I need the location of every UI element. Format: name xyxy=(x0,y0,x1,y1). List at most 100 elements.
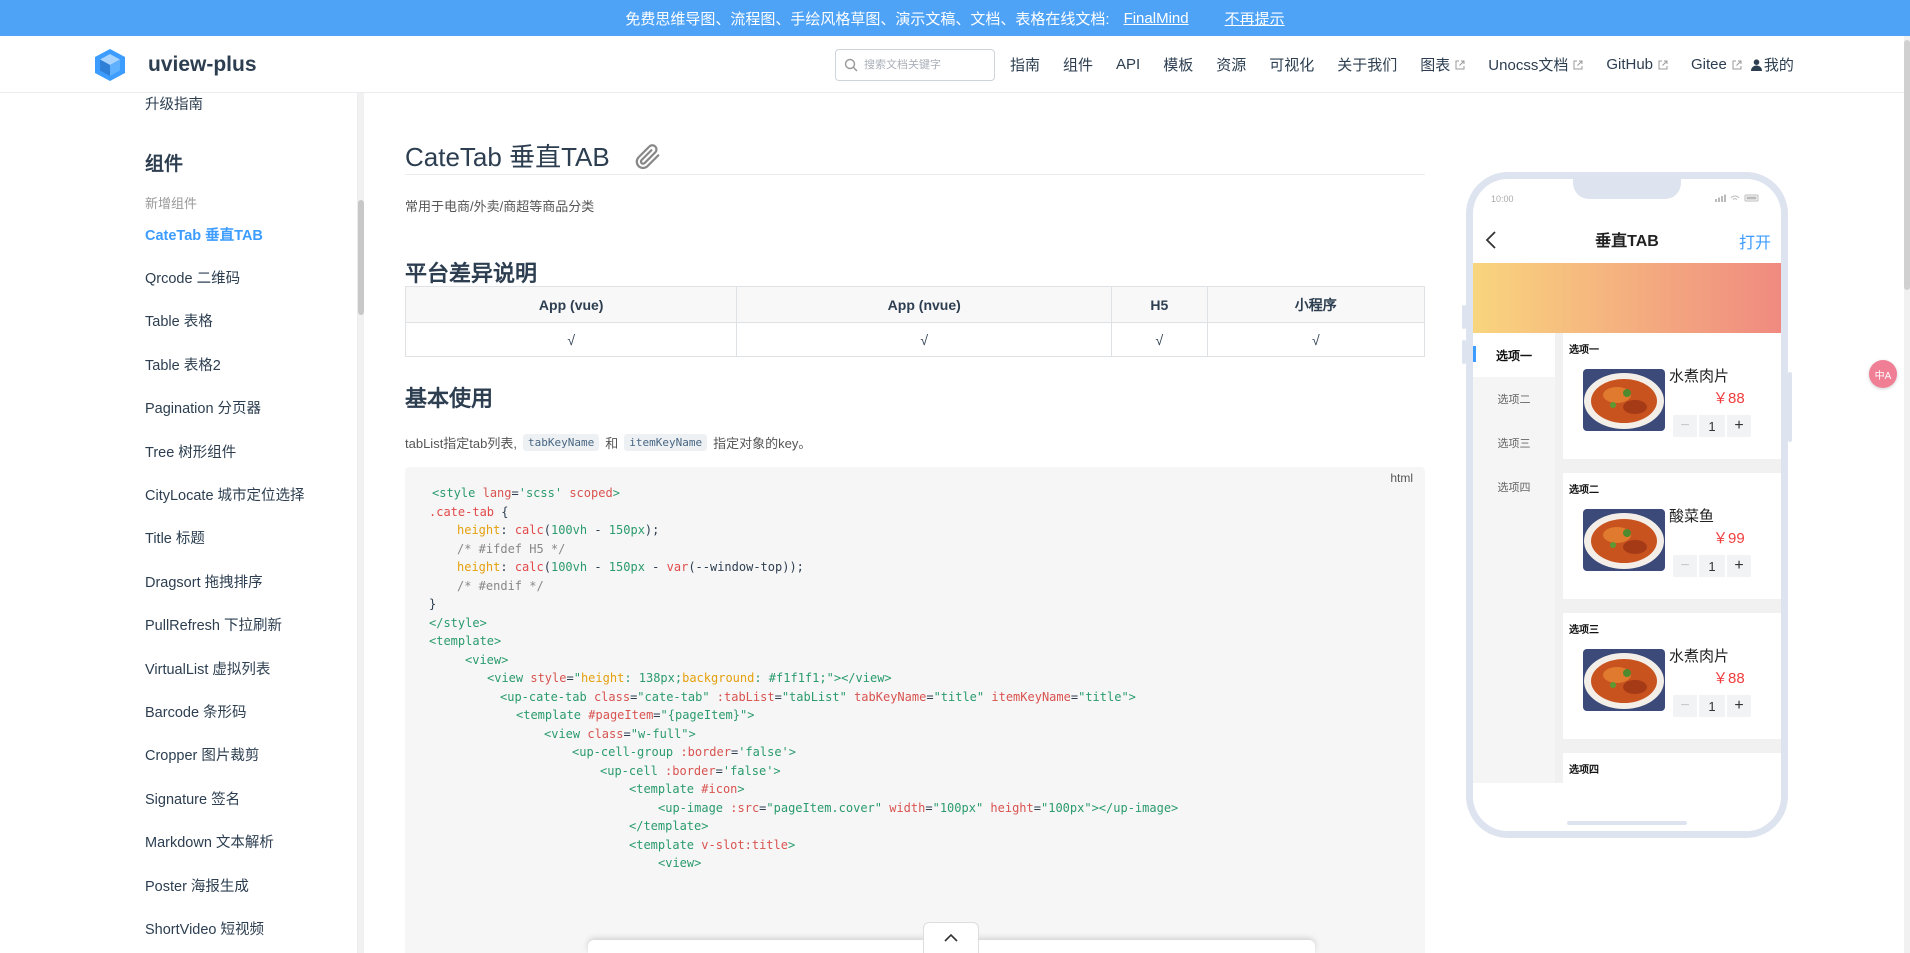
back-to-top-button[interactable] xyxy=(923,922,979,953)
product-section: 选项三 水煮肉片 ￥88 − 1 + xyxy=(1563,613,1781,739)
nav-charts[interactable]: 图表 xyxy=(1420,54,1465,75)
sidebar-item-table[interactable]: Table 表格 xyxy=(145,310,213,331)
category-tab-2[interactable]: 选项二 xyxy=(1473,377,1555,421)
sidebar-scrollbar-thumb[interactable] xyxy=(358,200,364,315)
home-indicator xyxy=(1567,821,1687,825)
category-tab-3[interactable]: 选项三 xyxy=(1473,421,1555,465)
decrease-button[interactable]: − xyxy=(1673,415,1697,437)
sidebar-group-components: 组件 xyxy=(145,154,184,175)
code-line: /* #endif */ xyxy=(457,579,544,593)
sidebar-item-qrcode[interactable]: Qrcode 二维码 xyxy=(145,267,240,288)
decrease-button[interactable]: − xyxy=(1673,555,1697,577)
banner-dismiss-link[interactable]: 不再提示 xyxy=(1225,8,1285,29)
search-box[interactable] xyxy=(835,49,995,81)
nav-account[interactable]: 我的 xyxy=(1750,54,1794,75)
code-line: height: calc(100vh - 150px - var(--windo… xyxy=(457,560,804,574)
category-tab-4[interactable]: 选项四 xyxy=(1473,465,1555,509)
code-line: .cate-tab { xyxy=(429,505,509,519)
search-icon xyxy=(844,58,858,72)
code-line: <up-cate-tab class="cate-tab" :tabList="… xyxy=(500,690,1136,704)
category-tab-label: 选项三 xyxy=(1497,438,1531,450)
sidebar-item-title[interactable]: Title 标题 xyxy=(145,527,205,548)
table-cell: √ xyxy=(736,322,1113,357)
code-line: } xyxy=(429,597,437,611)
nav-gitee[interactable]: Gitee xyxy=(1691,56,1742,73)
site-name[interactable]: uview-plus xyxy=(148,53,257,77)
category-tab-1[interactable]: 选项一 xyxy=(1473,333,1555,377)
sidebar-item-upgrade[interactable]: 升级指南 xyxy=(145,93,203,114)
nav-components[interactable]: 组件 xyxy=(1063,54,1093,75)
user-icon xyxy=(1750,58,1762,71)
section-title: 选项一 xyxy=(1569,345,1599,356)
sidebar-item-barcode[interactable]: Barcode 条形码 xyxy=(145,701,247,722)
nav-api[interactable]: API xyxy=(1116,56,1140,73)
nav-github-label: GitHub xyxy=(1606,56,1654,73)
category-tab-label: 选项二 xyxy=(1497,394,1531,406)
code-line: <up-cell-group :border='false'> xyxy=(572,745,797,759)
sidebar-item-catetab[interactable]: CateTab 垂直TAB xyxy=(145,224,263,245)
nav-account-label: 我的 xyxy=(1763,57,1794,74)
page-title-text: CateTab 垂直TAB xyxy=(405,142,610,172)
code-line: <view class="w-full"> xyxy=(544,727,696,741)
table-header-row: App (vue) App (nvue) H5 小程序 xyxy=(404,286,1426,323)
nav-visualization[interactable]: 可视化 xyxy=(1269,54,1314,75)
code-line: <template #pageItem="{pageItem}"> xyxy=(516,708,755,722)
sidebar-item-shortvideo[interactable]: ShortVideo 短视频 xyxy=(145,918,264,939)
quantity-value[interactable]: 1 xyxy=(1699,695,1725,717)
quantity-stepper: − 1 + xyxy=(1673,415,1751,437)
sidebar-item-citylocate[interactable]: CityLocate 城市定位选择 xyxy=(145,484,305,505)
increase-button[interactable]: + xyxy=(1727,555,1751,577)
nav-about[interactable]: 关于我们 xyxy=(1337,54,1397,75)
page-title: CateTab 垂直TAB xyxy=(405,137,662,174)
code-language-label: html xyxy=(1390,471,1413,485)
nav-resources[interactable]: 资源 xyxy=(1216,54,1246,75)
nav-unocss[interactable]: Unocss文档 xyxy=(1488,54,1583,75)
product-name: 水煮肉片 xyxy=(1669,368,1730,385)
sidebar-item-signature[interactable]: Signature 签名 xyxy=(145,788,240,809)
code-line: <template> xyxy=(429,634,502,648)
nav-gitee-label: Gitee xyxy=(1691,56,1727,73)
nav-guide[interactable]: 指南 xyxy=(1010,54,1040,75)
quantity-value[interactable]: 1 xyxy=(1699,415,1725,437)
sidebar-item-pagination[interactable]: Pagination 分页器 xyxy=(145,397,261,418)
external-link-icon xyxy=(1732,60,1742,69)
sidebar-item-poster[interactable]: Poster 海报生成 xyxy=(145,875,249,896)
search-input[interactable] xyxy=(864,59,984,71)
logo-icon[interactable] xyxy=(93,48,127,82)
page-scrollbar-thumb[interactable] xyxy=(1904,40,1910,290)
table-cell: √ xyxy=(404,322,738,357)
page-description: 常用于电商/外卖/商超等商品分类 xyxy=(405,199,595,214)
paperclip-icon[interactable] xyxy=(632,141,662,171)
translate-button[interactable]: 中A xyxy=(1869,360,1897,388)
banner-link-finalmind[interactable]: FinalMind xyxy=(1124,10,1189,27)
sidebar-item-table2[interactable]: Table 表格2 xyxy=(145,354,221,375)
nav-charts-label: 图表 xyxy=(1420,57,1451,74)
quantity-value[interactable]: 1 xyxy=(1699,555,1725,577)
top-banner: 免费思维导图、流程图、手绘风格草图、演示文稿、文档、表格在线文档: FinalM… xyxy=(0,0,1910,36)
table-row: √ √ √ √ xyxy=(404,322,1426,357)
category-tab-label: 选项四 xyxy=(1497,482,1531,494)
nav-templates[interactable]: 模板 xyxy=(1163,54,1193,75)
sidebar-item-markdown[interactable]: Markdown 文本解析 xyxy=(145,831,274,852)
increase-button[interactable]: + xyxy=(1727,415,1751,437)
navbar: uview-plus 指南 组件 API 模板 资源 可视化 关于我们 图表 U… xyxy=(0,36,1910,93)
status-time: 10:00 xyxy=(1491,194,1514,204)
sidebar-item-cropper[interactable]: Cropper 图片裁剪 xyxy=(145,744,259,765)
sidebar-item-virtuallist[interactable]: VirtualList 虚拟列表 xyxy=(145,658,270,679)
phone-open-link[interactable]: 打开 xyxy=(1739,229,1771,253)
nav-github[interactable]: GitHub xyxy=(1606,56,1668,73)
code-block[interactable]: html <style lang='scss' scoped> .cate-ta… xyxy=(405,467,1425,953)
quantity-stepper: − 1 + xyxy=(1673,555,1751,577)
chevron-up-icon xyxy=(944,933,958,942)
decrease-button[interactable]: − xyxy=(1673,695,1697,717)
external-link-icon xyxy=(1658,60,1668,69)
nav-unocss-label: Unocss文档 xyxy=(1488,57,1569,74)
sidebar-item-tree[interactable]: Tree 树形组件 xyxy=(145,441,236,462)
increase-button[interactable]: + xyxy=(1727,695,1751,717)
food-image xyxy=(1583,509,1665,571)
phone-title: 垂直TAB xyxy=(1595,233,1659,250)
table-cell: √ xyxy=(1206,322,1426,357)
sidebar-item-pullrefresh[interactable]: PullRefresh 下拉刷新 xyxy=(145,614,282,635)
code-line: <template v-slot:title> xyxy=(629,838,796,852)
sidebar-item-dragsort[interactable]: Dragsort 拖拽排序 xyxy=(145,571,263,592)
